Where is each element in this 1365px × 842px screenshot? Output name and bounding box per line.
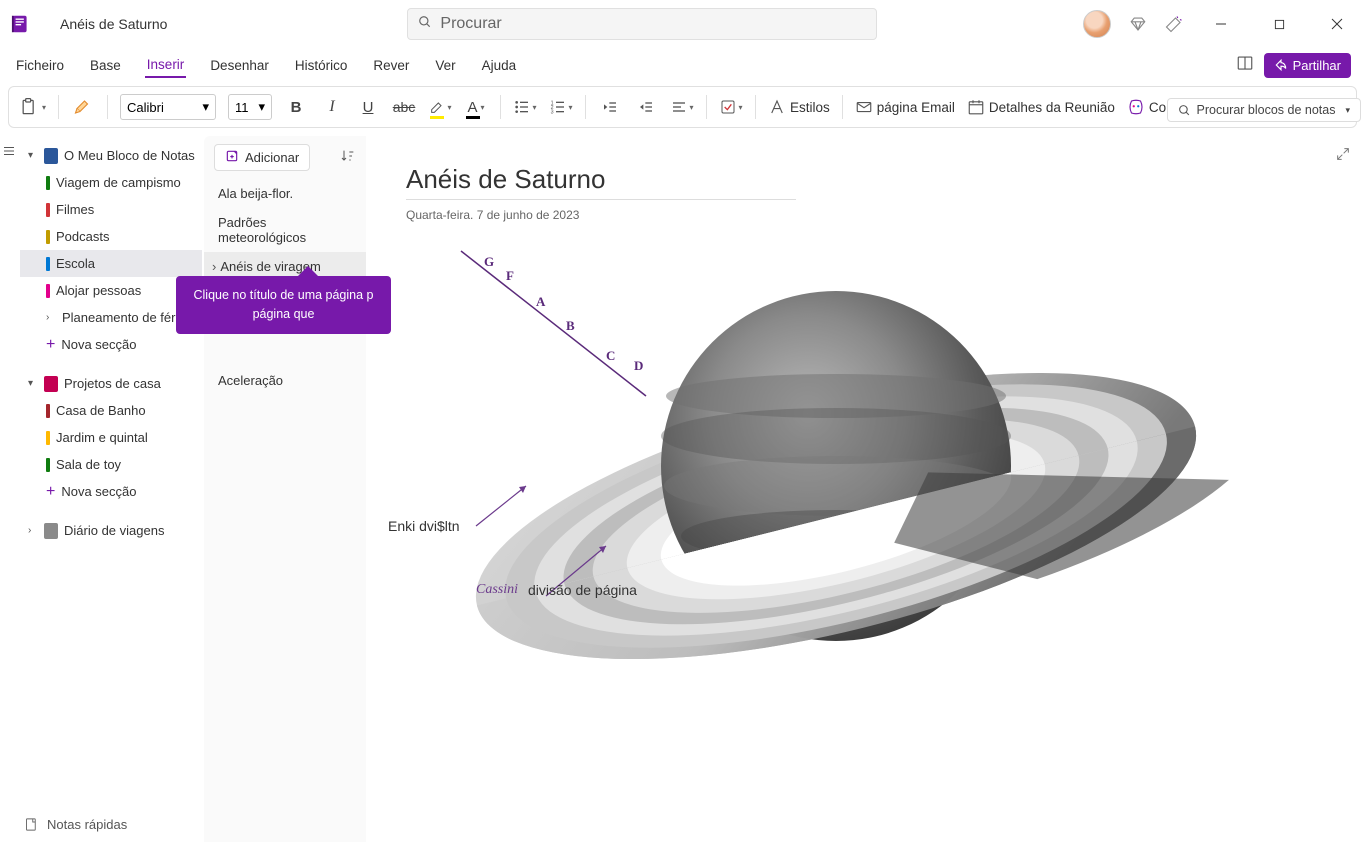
tab-rever[interactable]: Rever [371, 54, 411, 77]
section-item[interactable]: Sala de toy [20, 451, 202, 478]
page-title[interactable]: Anéis de Saturno [406, 164, 796, 200]
paste-button[interactable]: ▾ [19, 93, 46, 121]
section-item[interactable]: Filmes [20, 196, 202, 223]
app-icon [8, 10, 36, 38]
quick-notes[interactable]: Notas rápidas [24, 817, 127, 832]
bold-button[interactable]: B [284, 93, 308, 121]
font-color-button[interactable]: A▾ [464, 93, 488, 121]
expand-icon[interactable] [1335, 146, 1351, 167]
outdent-button[interactable] [598, 93, 622, 121]
share-button[interactable]: Partilhar [1264, 53, 1351, 78]
search-placeholder: Procurar [440, 15, 501, 33]
notebook-tree: ▾ O Meu Bloco de Notas Viagem de campism… [18, 136, 204, 842]
todo-tag-button[interactable]: ▾ [719, 93, 743, 121]
notebook-item[interactable]: ▾ Projetos de casa [20, 370, 202, 397]
page-canvas[interactable]: Procurar blocos de notas ▾ Anéis de Satu… [366, 136, 1365, 842]
tab-desenhar[interactable]: Desenhar [208, 54, 271, 77]
tab-ajuda[interactable]: Ajuda [480, 54, 519, 77]
titlebar: Anéis de Saturno Procurar [0, 0, 1365, 48]
new-section-button[interactable]: +Nova secção [20, 478, 202, 505]
styles-button[interactable]: Estilos [768, 93, 830, 121]
notebook-item[interactable]: ▾ O Meu Bloco de Notas [20, 142, 202, 169]
section-item[interactable]: Alojar pessoas [20, 277, 202, 304]
bullet-list-button[interactable]: ▾ [513, 93, 537, 121]
search-box[interactable]: Procurar [407, 8, 877, 40]
document-title: Anéis de Saturno [60, 16, 167, 32]
sort-icon[interactable] [340, 148, 356, 167]
minimize-button[interactable] [1201, 9, 1241, 39]
wand-icon[interactable] [1165, 15, 1183, 33]
tab-ver[interactable]: Ver [433, 54, 457, 77]
search-icon [418, 15, 432, 34]
number-list-button[interactable]: 123▾ [549, 93, 573, 121]
share-label: Partilhar [1293, 58, 1341, 73]
email-page-button[interactable]: página Email [855, 93, 955, 121]
align-button[interactable]: ▾ [670, 93, 694, 121]
page-item[interactable]: Padrões meteorológicos [204, 208, 366, 252]
highlight-button[interactable]: ▾ [428, 93, 452, 121]
meeting-details-button[interactable]: Detalhes da Reunião [967, 93, 1115, 121]
saturn-illustration: G F A B C D Enki dvi$ltn Cassini divisão… [406, 236, 1306, 736]
section-item[interactable]: Casa de Banho [20, 397, 202, 424]
premium-icon[interactable] [1129, 15, 1147, 33]
new-section-button[interactable]: +Nova secção [20, 331, 202, 358]
page-item[interactable]: Aceleração [204, 366, 366, 395]
ribbon-tabs: Ficheiro Base Inserir Desenhar Histórico… [0, 48, 1365, 82]
format-painter-button[interactable] [71, 93, 95, 121]
titlebar-right [1083, 9, 1357, 39]
reading-view-icon[interactable] [1236, 54, 1254, 77]
annotation-enki: Enki dvi$ltn [388, 518, 460, 534]
indent-button[interactable] [634, 93, 658, 121]
tab-base[interactable]: Base [88, 54, 123, 77]
section-item[interactable]: Podcasts [20, 223, 202, 250]
page-list: Adicionar Ala beija-flor. Padrões meteor… [204, 136, 366, 842]
font-size-select[interactable]: 11▾ [228, 94, 272, 120]
annotation-cassini-text: divisão de página [528, 582, 637, 598]
underline-button[interactable]: U [356, 93, 380, 121]
italic-button[interactable]: I [320, 93, 344, 121]
annotation-cassini: Cassini [476, 582, 518, 598]
section-item-selected[interactable]: Escola [20, 250, 202, 277]
add-icon [225, 149, 239, 166]
section-item[interactable]: Viagem de campismo [20, 169, 202, 196]
tab-inserir[interactable]: Inserir [145, 53, 187, 78]
user-avatar[interactable] [1083, 10, 1111, 38]
nav-toggle[interactable] [0, 136, 18, 842]
tooltip: Clique no título de uma página p página … [176, 276, 391, 334]
maximize-button[interactable] [1259, 9, 1299, 39]
notebook-item[interactable]: › Diário de viagens [20, 517, 202, 544]
strikethrough-button[interactable]: abc [392, 93, 416, 121]
toolbar: ▾ Calibri▾ 11▾ B I U abc ▾ A▾ ▾ 123▾ ▾ ▾ [8, 86, 1357, 128]
page-date: Quarta-feira. 7 de junho de 2023 [406, 208, 1325, 222]
tab-ficheiro[interactable]: Ficheiro [14, 54, 66, 77]
search-notebooks-button[interactable]: Procurar blocos de notas ▾ [1167, 98, 1362, 122]
tab-historico[interactable]: Histórico [293, 54, 350, 77]
add-page-button[interactable]: Adicionar [214, 144, 310, 171]
font-select[interactable]: Calibri▾ [120, 94, 216, 120]
close-button[interactable] [1317, 9, 1357, 39]
svg-text:3: 3 [550, 110, 553, 115]
section-group[interactable]: ›Planeamento de férias [20, 304, 202, 331]
section-item[interactable]: Jardim e quintal [20, 424, 202, 451]
page-item[interactable]: Ala beija-flor. [204, 179, 366, 208]
